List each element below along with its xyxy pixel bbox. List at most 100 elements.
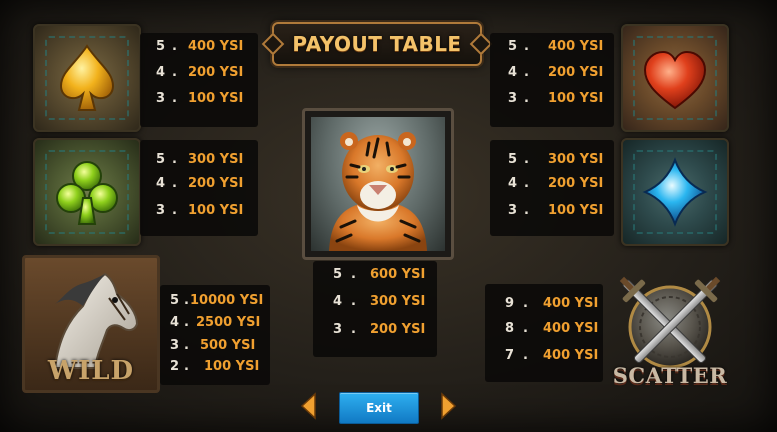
pay-row: 2 . 100 YSI — [160, 359, 270, 381]
pay-row: 5 . 600 YSI — [313, 267, 437, 289]
pay-count: 5 — [156, 152, 166, 167]
wild-paytable: 5 . 10000 YSI 4 . 2500 YSI 3 . 500 YSI 2… — [160, 285, 270, 385]
pay-value: 200 YSI — [188, 176, 244, 191]
chevron-left-icon — [300, 392, 316, 420]
spade-icon — [59, 44, 115, 111]
pay-separator: . — [524, 152, 529, 167]
pay-row: 4 . 200 YSI — [140, 176, 258, 198]
wild-label: WILD — [47, 356, 135, 386]
pay-count: 4 — [156, 176, 166, 191]
exit-button[interactable]: Exit — [339, 392, 419, 424]
chevron-right-icon — [441, 392, 457, 420]
pay-separator: . — [184, 338, 189, 353]
heart-icon — [643, 50, 707, 110]
pay-count: 5 — [508, 39, 518, 54]
pay-row: 3 . 500 YSI — [160, 338, 270, 360]
pay-value: 100 YSI — [204, 359, 260, 374]
pay-row: 4 . 200 YSI — [490, 65, 614, 87]
spade-symbol-tile — [33, 24, 141, 132]
pay-row: 4 . 300 YSI — [313, 294, 437, 316]
pay-value: 300 YSI — [188, 152, 244, 167]
pay-separator: . — [172, 152, 177, 167]
pay-row: 5 . 300 YSI — [140, 152, 258, 174]
tiger-icon — [329, 132, 427, 251]
pay-count: 3 — [508, 203, 518, 218]
heart-symbol-tile — [621, 24, 729, 132]
pay-row: 3 . 100 YSI — [490, 203, 614, 225]
pay-value: 100 YSI — [188, 91, 244, 106]
pay-value: 500 YSI — [200, 338, 256, 353]
pay-count: 7 — [505, 348, 515, 363]
tiger-symbol-tile — [302, 108, 454, 260]
wild-symbol-tile: WILD — [22, 255, 160, 393]
pay-separator: . — [524, 91, 529, 106]
pay-count: 2 — [170, 359, 180, 374]
pay-value: 400 YSI — [188, 39, 244, 54]
pay-value: 200 YSI — [188, 65, 244, 80]
pay-count: 4 — [170, 315, 180, 330]
pay-count: 3 — [170, 338, 180, 353]
pay-row: 3 . 100 YSI — [490, 91, 614, 113]
pay-separator: . — [524, 176, 529, 191]
pay-row: 9 . 400 YSI — [485, 296, 603, 318]
pay-row: 7 . 400 YSI — [485, 348, 603, 370]
pay-value: 200 YSI — [370, 322, 426, 337]
pay-row: 5 . 10000 YSI — [160, 293, 270, 315]
diamond-icon — [642, 157, 708, 227]
pay-row: 3 . 100 YSI — [140, 91, 258, 113]
pay-separator: . — [172, 39, 177, 54]
pay-separator: . — [523, 296, 528, 311]
pay-row: 4 . 200 YSI — [140, 65, 258, 87]
pay-value: 300 YSI — [370, 294, 426, 309]
pay-count: 3 — [156, 91, 166, 106]
payout-table-title-banner: PAYOUT TABLE — [272, 22, 482, 66]
pay-count: 5 — [333, 267, 343, 282]
pay-count: 3 — [156, 203, 166, 218]
pay-row: 8 . 400 YSI — [485, 321, 603, 343]
pay-value: 400 YSI — [543, 321, 599, 336]
pay-separator: . — [184, 293, 189, 308]
pay-value: 2500 YSI — [196, 315, 261, 330]
pay-value: 300 YSI — [548, 152, 604, 167]
pay-separator: . — [523, 321, 528, 336]
diamond-symbol-tile — [621, 138, 729, 246]
pay-separator: . — [351, 267, 356, 282]
pay-row: 4 . 200 YSI — [490, 176, 614, 198]
scatter-symbol-tile: SCATTER — [600, 255, 740, 390]
pay-separator: . — [523, 348, 528, 363]
pay-row: 5 . 300 YSI — [490, 152, 614, 174]
next-page-button[interactable] — [438, 392, 458, 420]
page-title: PAYOUT TABLE — [292, 32, 462, 56]
club-icon — [56, 161, 118, 225]
pay-separator: . — [184, 315, 189, 330]
pay-row: 5 . 400 YSI — [490, 39, 614, 61]
pay-separator: . — [172, 91, 177, 106]
previous-page-button[interactable] — [299, 392, 319, 420]
pay-count: 5 — [508, 152, 518, 167]
scatter-paytable: 9 . 400 YSI 8 . 400 YSI 7 . 400 YSI — [485, 284, 603, 382]
pay-value: 200 YSI — [548, 176, 604, 191]
spade-paytable: 5 . 400 YSI 4 . 200 YSI 3 . 100 YSI — [140, 33, 258, 127]
pay-value: 200 YSI — [548, 65, 604, 80]
pay-value: 10000 YSI — [190, 293, 264, 308]
heart-paytable: 5 . 400 YSI 4 . 200 YSI 3 . 100 YSI — [490, 33, 614, 127]
pay-count: 8 — [505, 321, 515, 336]
pay-count: 9 — [505, 296, 515, 311]
tiger-paytable: 5 . 600 YSI 4 . 300 YSI 3 . 200 YSI — [313, 261, 437, 357]
pay-value: 100 YSI — [188, 203, 244, 218]
pay-value: 400 YSI — [543, 296, 599, 311]
pay-row: 4 . 2500 YSI — [160, 315, 270, 337]
pay-separator: . — [351, 322, 356, 337]
pay-row: 3 . 200 YSI — [313, 322, 437, 344]
pay-separator: . — [524, 39, 529, 54]
pay-separator: . — [172, 65, 177, 80]
scatter-label: SCATTER — [612, 363, 728, 388]
pay-count: 4 — [508, 176, 518, 191]
pay-separator: . — [172, 203, 177, 218]
pay-separator: . — [184, 359, 189, 374]
pay-count: 4 — [508, 65, 518, 80]
pay-value: 100 YSI — [548, 91, 604, 106]
pay-separator: . — [524, 203, 529, 218]
pay-count: 4 — [156, 65, 166, 80]
pay-count: 5 — [156, 39, 166, 54]
